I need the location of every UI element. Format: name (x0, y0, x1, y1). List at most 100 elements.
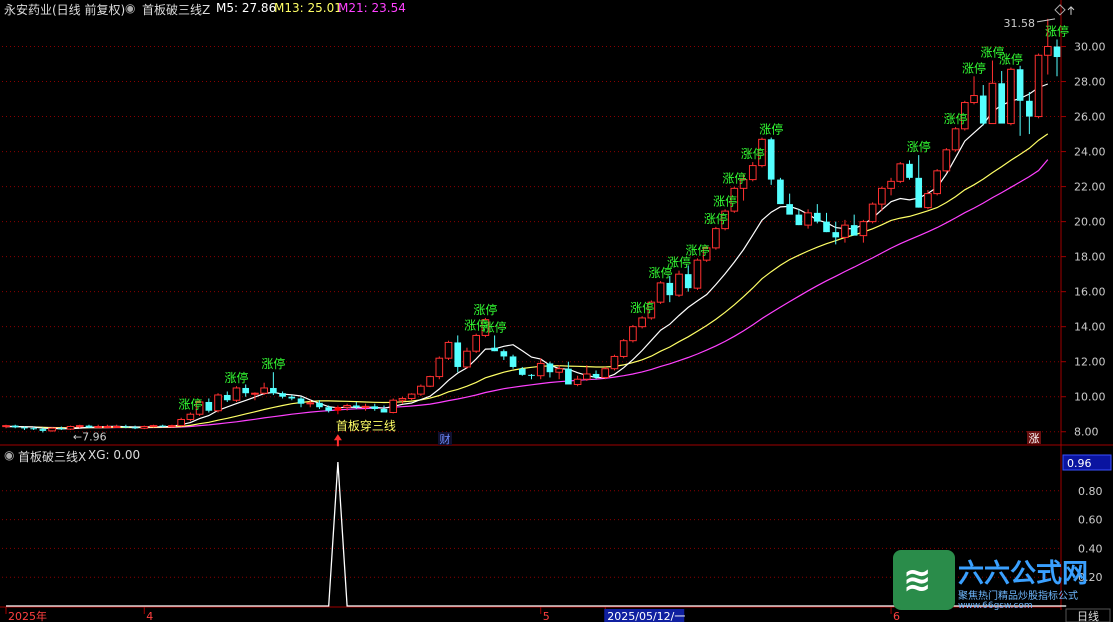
candle-body (841, 224, 849, 238)
candle-body (288, 396, 296, 399)
candle-body (813, 212, 821, 222)
candle-body (675, 273, 683, 296)
limit-up-label: 涨停 (962, 60, 986, 75)
y-tick-label: 30.00 (1074, 41, 1106, 54)
candle-body (380, 408, 388, 413)
candle-body (463, 350, 471, 368)
candle-body (518, 368, 526, 375)
ma21-line (6, 159, 1049, 429)
candle-body (767, 139, 775, 180)
candle-body (536, 362, 545, 377)
x-tick-label: 5 (543, 610, 550, 622)
candle-body (832, 232, 840, 238)
candle-body (66, 425, 75, 430)
y-tick-label: 24.00 (1074, 146, 1106, 159)
candle-body (316, 402, 323, 408)
limit-up-label: 涨停 (224, 370, 248, 385)
candle-body (472, 334, 481, 352)
candle-body (933, 170, 941, 195)
limit-up-label: 涨停 (944, 111, 968, 126)
candle-body (75, 425, 84, 428)
candle-body (638, 317, 646, 328)
candle-body (214, 394, 222, 412)
candle-body (371, 406, 379, 409)
candle-body (786, 204, 793, 215)
candle-body (878, 187, 886, 205)
brand-name: 六六公式网 (958, 559, 1089, 589)
candle-body (1016, 69, 1024, 101)
candle-body (859, 221, 868, 237)
y-tick-label: 12.00 (1074, 356, 1106, 369)
y-tick-label: 22.00 (1074, 181, 1106, 194)
candle-body (573, 378, 582, 385)
chart-canvas[interactable]: 8.00 10.00 12.00 14.00 16.00 18.00 20.00 22.00 2… (0, 0, 1113, 622)
candle-body (21, 427, 28, 429)
candle-body (582, 373, 591, 380)
candle-body (656, 282, 665, 303)
candle-body (251, 392, 259, 395)
candle-body (1043, 46, 1052, 56)
sub-y-tick-label: 0.80 (1078, 485, 1103, 498)
candle-body (325, 407, 332, 411)
candle-body (988, 82, 997, 125)
cursor-date-label: 2025/05/12/一 (607, 610, 685, 622)
candle-body (684, 274, 692, 289)
candle-body (906, 163, 913, 178)
candle-body (915, 177, 923, 208)
candle-body (619, 340, 628, 357)
candle-body (546, 363, 554, 373)
y-tick-label: 16.00 (1074, 286, 1106, 299)
candle-body (426, 376, 434, 387)
limit-up-label: 涨停 (685, 242, 709, 257)
limit-up-label: 涨停 (999, 52, 1023, 67)
candle-body (334, 407, 342, 411)
sub-indicator-name: 首板破三线X (18, 450, 87, 464)
candle-body (850, 225, 858, 236)
candle-body (48, 427, 56, 432)
limit-up-label: 涨停 (722, 171, 746, 186)
candle-body (279, 393, 286, 397)
limit-up-label: 涨停 (261, 356, 285, 371)
candle-body (565, 368, 572, 385)
candle-body (804, 212, 812, 226)
candle-body (205, 401, 213, 411)
candle-body (242, 387, 250, 394)
candle-body (398, 397, 407, 401)
sub-dropdown-icon[interactable]: ◉ (4, 448, 14, 462)
candle-body (223, 394, 231, 401)
signal-label: 首板穿三线 (336, 418, 396, 433)
y-tick-label: 26.00 (1074, 111, 1106, 124)
y-tick-label: 18.00 (1074, 251, 1106, 264)
candle-body (260, 387, 268, 394)
limit-up-label: 涨停 (759, 122, 783, 137)
sub-y-tick-label: 0.60 (1078, 514, 1103, 527)
candle-body (601, 368, 610, 378)
indicator-dropdown-icon[interactable]: ◉ (125, 1, 135, 15)
candle-body (896, 163, 905, 182)
candle-body (168, 425, 176, 428)
candle-body (149, 425, 158, 428)
candle-body (666, 282, 674, 296)
candle-body (887, 180, 895, 189)
limit-up-label: 涨停 (473, 302, 497, 317)
candle-body (1034, 54, 1043, 118)
signal-arrow-icon (333, 434, 342, 447)
candle-body (417, 385, 425, 395)
candle-body (122, 426, 130, 428)
candle-body (407, 393, 416, 399)
x-tick-label: 2025年 (8, 609, 47, 622)
stock-title[interactable]: 永安药业(日线 前复权) (4, 1, 125, 18)
candle-body (592, 373, 600, 378)
candle-body (306, 402, 315, 405)
candle-body (693, 259, 702, 289)
m21-readout: M21: 23.54 (338, 1, 406, 15)
limit-up-label: 涨停 (704, 211, 728, 226)
candle-body (444, 341, 453, 359)
candle-body (389, 399, 398, 413)
candle-body (140, 425, 149, 429)
arrow-up-icon (1067, 6, 1075, 15)
candle-body (232, 387, 241, 401)
candle-body (629, 326, 637, 342)
low-price-marker: ←7.96 (73, 430, 107, 443)
brand-domain: www.66gsw.com (958, 601, 1033, 611)
